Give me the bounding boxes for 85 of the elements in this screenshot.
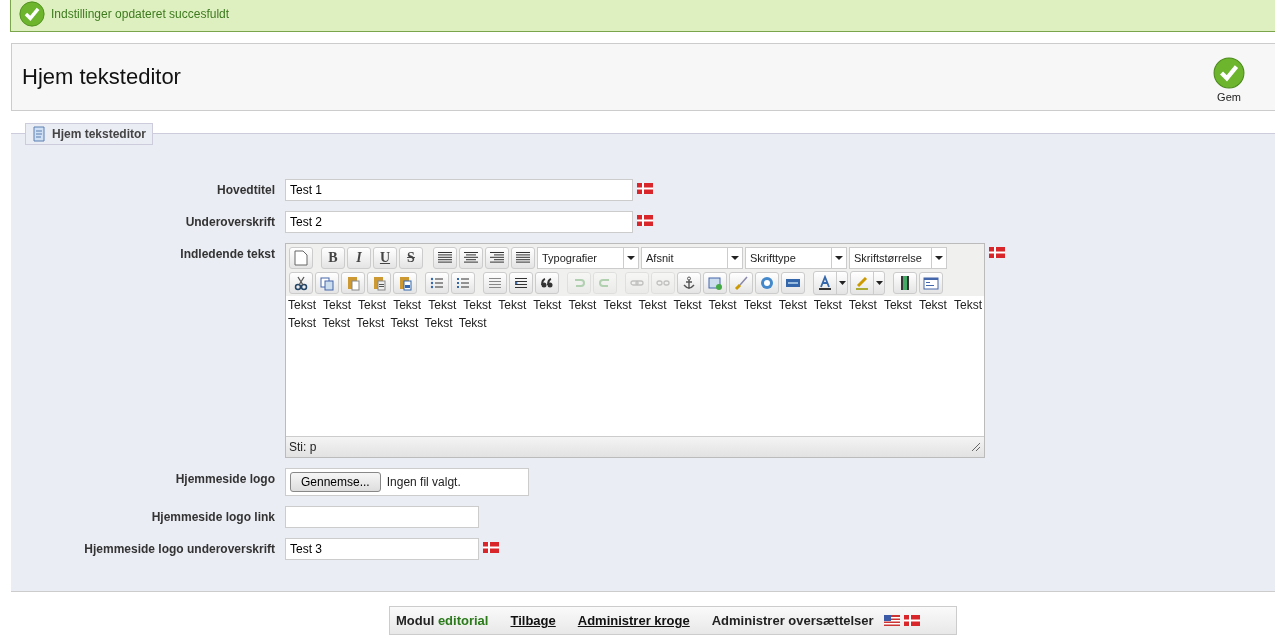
paste-text-button[interactable] (367, 272, 391, 294)
editor-text[interactable]: Tekst Tekst Tekst Tekst Tekst Tekst Tekst Tekst Tekst Tekst Tekst Tekst Tekst Tekst Tekst Tekst Tekst Tekst Tekst Tekst Tekst Tekst Tekst Tekst Tekst Tekst (286, 296, 984, 436)
numbered-list-button[interactable] (451, 272, 475, 294)
align-center-button[interactable] (459, 247, 483, 269)
dropdown[interactable]: Skrifttype (745, 247, 847, 269)
field-label: Indledende tekst (179, 246, 275, 261)
caret-icon (627, 256, 635, 260)
align-left-button[interactable] (433, 247, 457, 269)
cut-button[interactable] (289, 272, 313, 294)
module-label: Modul editorial (396, 613, 489, 628)
caret-icon (838, 281, 846, 285)
text-field[interactable] (285, 506, 479, 528)
field-label: Hjemmeside logo link (150, 509, 275, 524)
field-label: Hjemmeside logo (174, 471, 275, 486)
field-label: Hovedtitel (216, 182, 275, 197)
field-label: Underoverskrift (184, 214, 275, 229)
legend-text: Hjem teksteditor (52, 127, 147, 141)
page-title: Hjem teksteditor (22, 64, 181, 90)
document-icon (32, 126, 46, 142)
us-flag-icon[interactable] (883, 615, 900, 626)
align-left-icon (438, 252, 452, 264)
caret-icon (731, 256, 739, 260)
outdent-icon (487, 275, 503, 291)
danish-flag-icon (903, 615, 920, 626)
text-color-icon (817, 275, 833, 291)
rich-text-editor[interactable] (285, 243, 985, 458)
brush-icon (733, 275, 749, 291)
checkmark-icon (1213, 57, 1245, 89)
template-icon (923, 275, 939, 291)
text-color-button[interactable] (813, 271, 848, 295)
field-label: Hjemmeside logo underoverskrift (83, 541, 275, 556)
align-center-icon (464, 252, 478, 264)
dropdown[interactable]: Skriftstørrelse (849, 247, 947, 269)
align-right-button[interactable] (485, 247, 509, 269)
brush-button[interactable] (729, 272, 753, 294)
indent-button[interactable] (509, 272, 533, 294)
bold-button[interactable]: B (321, 247, 345, 269)
translations-label: Administrer oversættelser (711, 613, 874, 628)
anchor-button[interactable] (677, 272, 701, 294)
nav-link[interactable]: Administrer kroge (577, 613, 690, 628)
highlight-icon (854, 275, 870, 291)
numbered-list-icon (455, 275, 471, 291)
template-button[interactable] (919, 272, 943, 294)
anchor-icon (681, 275, 697, 291)
file-status: Ingen fil valgt. (386, 475, 461, 489)
strikethrough-button[interactable]: S (399, 247, 423, 269)
browse-button[interactable]: Gennemse... (290, 472, 381, 492)
paste-word-icon (397, 275, 413, 291)
help-button[interactable] (755, 272, 779, 294)
text-field[interactable]: Test 2 (285, 211, 633, 233)
cut-icon (293, 275, 309, 291)
dropdown[interactable]: Typografier (537, 247, 639, 269)
caret-icon (935, 256, 943, 260)
message-text: Indstillinger opdateret succesfuldt (51, 7, 230, 21)
text-field[interactable]: Test 1 (285, 179, 633, 201)
help-icon (759, 275, 775, 291)
image-icon (707, 275, 723, 291)
image-button[interactable] (703, 272, 727, 294)
indent-icon (513, 275, 529, 291)
justify-icon (516, 252, 530, 264)
page-icon (294, 250, 308, 266)
copy-icon (319, 275, 335, 291)
bullet-list-icon (429, 275, 445, 291)
checkmark-icon (19, 1, 45, 27)
underline-button[interactable]: U (373, 247, 397, 269)
paste-text-icon (371, 275, 387, 291)
save-button[interactable]: Gem (1213, 51, 1245, 103)
resize-grip-icon[interactable] (971, 442, 981, 452)
file-input[interactable]: Gennemse... Ingen fil valgt. (285, 468, 529, 496)
paste-icon (345, 275, 361, 291)
caret-icon (835, 256, 843, 260)
quote-button[interactable] (535, 272, 559, 294)
italic-button[interactable]: I (347, 247, 371, 269)
paste-word-button[interactable] (393, 272, 417, 294)
text-field[interactable]: Test 3 (285, 538, 479, 560)
dropdown[interactable]: Afsnit (641, 247, 743, 269)
html-button[interactable] (781, 272, 805, 294)
paste-button[interactable] (341, 272, 365, 294)
justify-button[interactable] (511, 247, 535, 269)
align-right-icon (490, 252, 504, 264)
bullet-list-button[interactable] (425, 272, 449, 294)
nav-link[interactable]: Tilbage (510, 613, 556, 628)
element-path: Sti: p (289, 440, 317, 454)
caret-icon (875, 281, 883, 285)
media-button[interactable] (893, 272, 917, 294)
